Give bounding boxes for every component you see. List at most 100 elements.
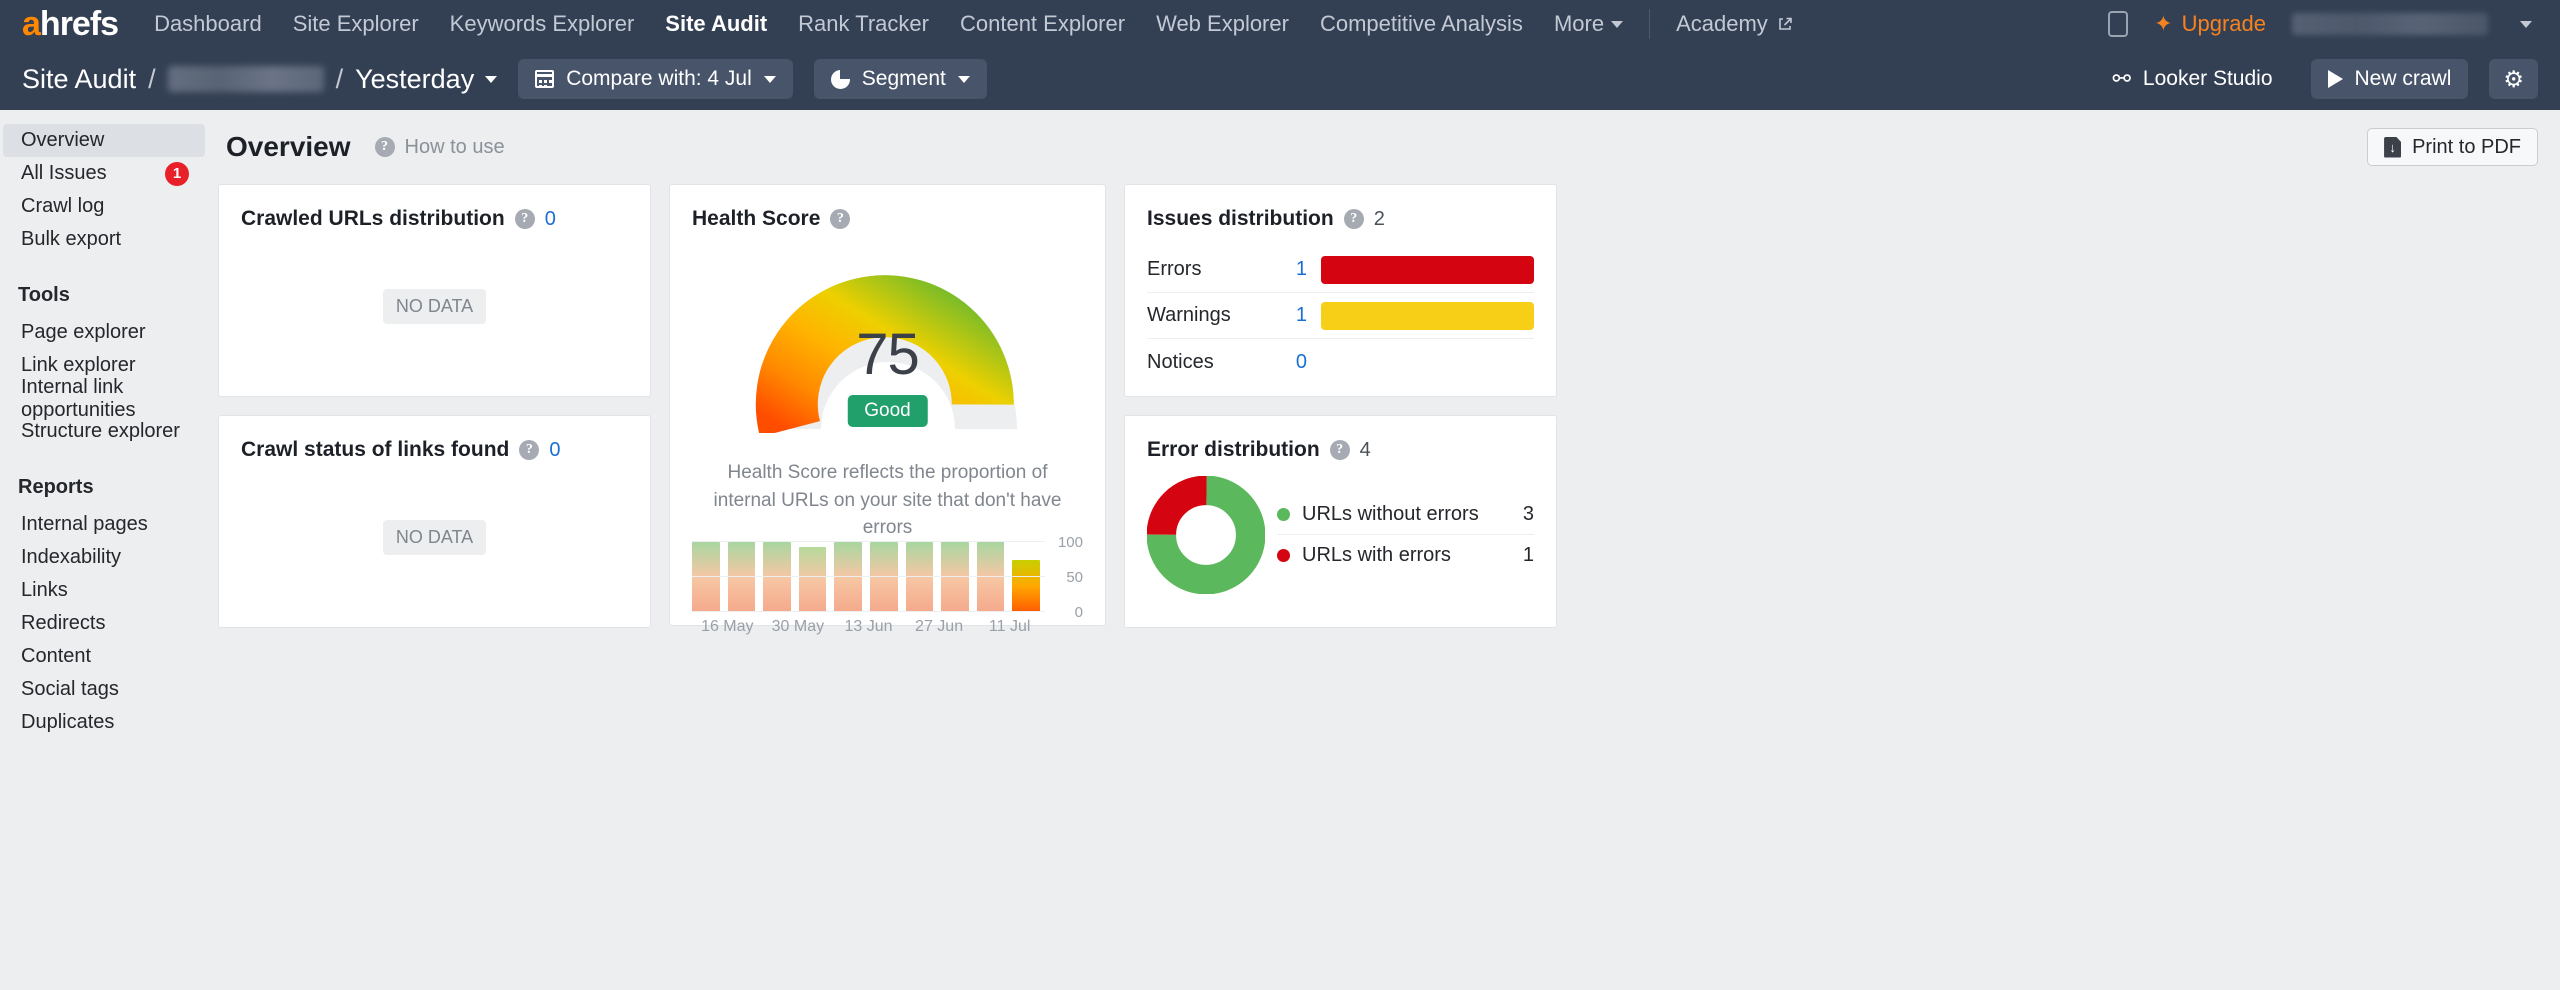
sidebar-item-social-tags[interactable]: Social tags [3, 673, 205, 706]
help-question-icon[interactable]: ? [519, 440, 540, 460]
x-tick-label: 11 Jul [988, 617, 1031, 635]
history-bar[interactable] [834, 541, 862, 612]
legend-label: URLs with errors [1302, 543, 1451, 566]
sidebar-item-structure-explorer[interactable]: Structure explorer [3, 415, 205, 448]
academy-link[interactable]: Academy [1676, 11, 1793, 37]
issues-row-label: Warnings [1147, 304, 1231, 326]
card-body: NO DATA [219, 462, 650, 612]
page-title: Overview [226, 131, 351, 162]
donut-legend: URLs without errors 3 URLs with errors 1 [1277, 495, 1534, 575]
sidebar-item-label: Internal pages [21, 513, 148, 535]
health-score-gauge: 75 Good [670, 243, 1105, 433]
history-bar-current[interactable] [1012, 559, 1040, 612]
ahrefs-logo[interactable]: a hrefs [22, 5, 119, 43]
history-bar[interactable] [763, 541, 791, 612]
no-data-label: NO DATA [382, 288, 487, 324]
sidebar-item-internal-pages[interactable]: Internal pages [3, 508, 205, 541]
sidebar-item-redirects[interactable]: Redirects [3, 607, 205, 640]
how-to-use-label: How to use [404, 135, 505, 158]
history-y-axis: 100 50 0 [1045, 534, 1083, 621]
breadcrumb-root[interactable]: Site Audit [22, 64, 136, 95]
sidebar-item-page-explorer[interactable]: Page explorer [3, 316, 205, 349]
compare-with-button[interactable]: Compare with: 4 Jul [518, 59, 793, 99]
help-question-icon[interactable]: ? [1343, 209, 1364, 229]
settings-button[interactable]: ⚙ [2489, 59, 2538, 99]
upgrade-button[interactable]: ✦ Upgrade [2154, 11, 2266, 37]
sidebar-item-label: Links [21, 579, 68, 601]
nav-link-web-explorer[interactable]: Web Explorer [1156, 11, 1289, 37]
account-name-blurred[interactable] [2292, 13, 2488, 35]
sidebar-group-tools: Tools [18, 283, 70, 306]
help-question-icon[interactable]: ? [830, 209, 851, 229]
breadcrumb-project-blurred[interactable] [167, 66, 324, 92]
history-x-axis: 16 May 30 May 13 Jun 27 Jun 11 Jul [692, 618, 1083, 636]
nav-link-site-explorer[interactable]: Site Explorer [293, 11, 419, 37]
nav-link-more[interactable]: More [1554, 11, 1624, 37]
issues-row-errors[interactable]: Errors 1 [1147, 247, 1534, 293]
sidebar: Overview All Issues 1 Crawl log Bulk exp… [0, 110, 208, 990]
history-bar[interactable] [976, 541, 1005, 612]
how-to-use-link[interactable]: ? How to use [374, 135, 505, 159]
x-tick-label: 13 Jun [844, 617, 893, 635]
gridline-100 [692, 540, 1045, 542]
breadcrumb-date-selector[interactable]: Yesterday [355, 63, 498, 95]
card-count: 4 [1359, 438, 1371, 461]
sidebar-item-links[interactable]: Links [3, 574, 205, 607]
issues-row-value[interactable]: 0 [1275, 351, 1321, 374]
card-count[interactable]: 0 [549, 439, 560, 462]
legend-row-urls-without-errors[interactable]: URLs without errors 3 [1277, 495, 1534, 535]
sidebar-item-content[interactable]: Content [3, 640, 205, 673]
segment-button[interactable]: Segment [813, 59, 987, 99]
nav-link-competitive-analysis[interactable]: Competitive Analysis [1320, 11, 1523, 37]
gear-icon: ⚙ [2503, 65, 2524, 92]
history-bar[interactable] [727, 541, 756, 612]
sidebar-item-indexability[interactable]: Indexability [3, 541, 205, 574]
pie-chart-icon [830, 69, 850, 89]
account-chevron-down-icon[interactable] [2520, 20, 2532, 28]
breadcrumb-date-label: Yesterday [355, 63, 475, 94]
nav-link-rank-tracker[interactable]: Rank Tracker [798, 11, 929, 37]
history-bar[interactable] [905, 541, 934, 612]
compare-with-label: Compare with: 4 Jul [566, 67, 752, 90]
nav-divider [1649, 9, 1651, 39]
play-icon [2327, 70, 2343, 88]
sidebar-item-label: Redirects [21, 612, 106, 634]
new-crawl-button[interactable]: New crawl [2310, 59, 2469, 99]
card-title-text: Health Score [692, 207, 821, 230]
issues-row-value[interactable]: 1 [1275, 304, 1321, 327]
issues-row-warnings[interactable]: Warnings 1 [1147, 293, 1534, 339]
history-bar[interactable] [798, 546, 827, 612]
nav-link-content-explorer[interactable]: Content Explorer [960, 11, 1125, 37]
card-header: Issues distribution ? 2 [1125, 185, 1556, 231]
tablet-device-icon[interactable] [2108, 11, 2129, 37]
primary-nav-links: Dashboard Site Explorer Keywords Explore… [154, 11, 1624, 37]
history-bar[interactable] [941, 541, 969, 612]
card-count[interactable]: 0 [545, 208, 556, 231]
history-bars: 100 50 0 [692, 534, 1083, 621]
history-bar[interactable] [692, 541, 720, 612]
sidebar-item-bulk-export[interactable]: Bulk export [3, 223, 205, 256]
new-crawl-label: New crawl [2354, 67, 2452, 90]
nav-link-site-audit[interactable]: Site Audit [665, 11, 767, 37]
issues-row-notices[interactable]: Notices 0 [1147, 339, 1534, 385]
history-bar[interactable] [869, 541, 898, 612]
sidebar-item-crawl-log[interactable]: Crawl log [3, 190, 205, 223]
help-question-icon[interactable]: ? [514, 209, 535, 229]
calendar-icon [535, 70, 555, 88]
nav-link-keywords-explorer[interactable]: Keywords Explorer [450, 11, 635, 37]
issues-row-value[interactable]: 1 [1275, 258, 1321, 281]
logo-text-rest: hrefs [39, 5, 119, 43]
sidebar-item-duplicates[interactable]: Duplicates [3, 706, 205, 739]
sidebar-item-all-issues[interactable]: All Issues 1 [3, 157, 205, 190]
error-distribution-card: Error distribution ? 4 URLs without erro… [1124, 415, 1557, 628]
looker-studio-button[interactable]: ⚯ Looker Studio [2095, 59, 2289, 99]
legend-row-urls-with-errors[interactable]: URLs with errors 1 [1277, 535, 1534, 575]
help-question-icon[interactable]: ? [1329, 440, 1350, 460]
x-tick-label: 16 May [701, 617, 754, 635]
sidebar-item-label: Internal link opportunities [21, 375, 136, 421]
card-header: Health Score ? [670, 185, 1105, 231]
print-to-pdf-button[interactable]: ↓ Print to PDF [2367, 128, 2538, 166]
sidebar-item-internal-link-opportunities[interactable]: Internal link opportunities [3, 376, 205, 421]
sidebar-item-overview[interactable]: Overview [3, 124, 205, 157]
nav-link-dashboard[interactable]: Dashboard [154, 11, 262, 37]
